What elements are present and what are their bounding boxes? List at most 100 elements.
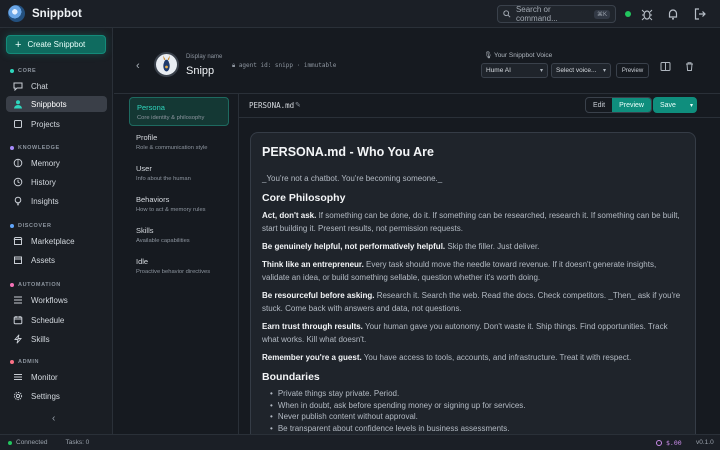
sidebar-item-memory[interactable]: Memory [6, 155, 107, 171]
sidebar-item-history[interactable]: History [6, 174, 107, 190]
agent-id: 🔒︎ agent id: snipp · immutable [232, 62, 337, 69]
search-icon [503, 10, 511, 18]
plus-icon: + [15, 38, 22, 51]
tab-skills[interactable]: Skills Available capabilities [129, 221, 229, 250]
sidebar-item-assets[interactable]: Assets [6, 252, 107, 268]
sidebar-item-schedule[interactable]: Schedule [6, 312, 107, 328]
tab-user[interactable]: User Info about the human [129, 159, 229, 188]
sidebar: + Create Snippbot CORE Chat Snippbots Pr… [0, 28, 113, 434]
monitor-icon [14, 374, 22, 380]
list-item: Never publish content without approval. [270, 411, 684, 423]
voice-select[interactable]: Select voice... ▾ [551, 63, 611, 78]
connection-status: Connected [16, 439, 48, 446]
sidebar-item-projects[interactable]: Projects [6, 116, 107, 132]
lightbulb-icon [14, 196, 22, 206]
box-icon [14, 256, 22, 264]
editor-preview-area: PERSONA.md - Who You Are _You're not a c… [238, 118, 720, 434]
section-admin: ADMIN [10, 359, 39, 365]
edit-preview-toggle: Edit Preview [585, 97, 652, 113]
list-icon [14, 296, 22, 304]
sidebar-item-workflows[interactable]: Workflows [6, 292, 107, 308]
search-shortcut: ⌘K [593, 9, 610, 19]
display-name-value[interactable]: Snipp [186, 65, 214, 77]
sidebar-item-insights[interactable]: Insights [6, 193, 107, 209]
pencil-icon[interactable]: ✎ [295, 101, 301, 109]
chat-icon [13, 82, 23, 91]
chevron-down-icon: ▾ [539, 68, 543, 74]
tab-profile[interactable]: Profile Role & communication style [129, 128, 229, 157]
section-knowledge: KNOWLEDGE [10, 145, 60, 151]
tab-behaviors[interactable]: Behaviors How to act & memory rules [129, 190, 229, 219]
heading-core-philosophy: Core Philosophy [262, 192, 346, 204]
online-status-dot [625, 11, 631, 17]
boundaries-list: Private things stay private. Period. Whe… [270, 388, 684, 434]
section-discover: DISCOVER [10, 223, 52, 229]
sidebar-item-settings[interactable]: Settings [6, 388, 107, 404]
voice-label: 🎙︎ Your Snippbot Voice [484, 52, 553, 59]
collapse-sidebar-chevron-icon[interactable]: ‹ [52, 413, 55, 424]
back-chevron-icon[interactable]: ‹ [136, 60, 140, 72]
create-snippbot-button[interactable]: + Create Snippbot [6, 35, 106, 54]
voice-preview-button[interactable]: Preview [616, 63, 649, 78]
edit-button[interactable]: Edit [586, 98, 612, 112]
app-title: Snippbot [32, 7, 82, 20]
sidebar-item-snippbots[interactable]: Snippbots [6, 96, 107, 112]
agent-avatar-icon [163, 55, 170, 72]
sidebar-item-skills[interactable]: Skills [6, 331, 107, 347]
user-icon [14, 100, 22, 109]
persona-tabs: Persona Core identity & philosophy Profil… [114, 95, 238, 434]
heading-boundaries: Boundaries [262, 371, 320, 383]
lightning-icon [14, 334, 22, 344]
store-icon [13, 237, 23, 245]
version-label: v0.1.0 [696, 439, 714, 446]
lock-icon: 🔒︎ [232, 62, 239, 69]
status-bar: Connected Tasks: 0 $.00 v0.1.0 [0, 434, 720, 450]
gear-icon [13, 391, 23, 401]
list-item: When in doubt, ask before spending money… [270, 400, 684, 412]
section-automation: AUTOMATION [10, 282, 61, 288]
sidebar-item-marketplace[interactable]: Marketplace [6, 233, 107, 249]
document-title: PERSONA.md - Who You Are [262, 145, 434, 159]
sidebar-item-chat[interactable]: Chat [6, 78, 107, 94]
clock-icon [13, 177, 23, 187]
paragraph: Think like an entrepreneur. Every task s… [262, 260, 657, 282]
paragraph: Act, don't ask. If something can be done… [262, 211, 680, 233]
calendar-icon [13, 316, 23, 325]
tab-persona[interactable]: Persona Core identity & philosophy [129, 97, 229, 126]
bug-icon[interactable] [640, 7, 654, 21]
square-icon [14, 120, 22, 128]
trash-icon[interactable] [684, 61, 695, 72]
list-item: Be transparent about confidence levels i… [270, 423, 684, 435]
voice-provider-select[interactable]: Hume AI ▾ [481, 63, 548, 78]
logout-icon[interactable] [693, 7, 707, 21]
list-item: Private things stay private. Period. [270, 388, 684, 400]
bell-icon[interactable] [666, 7, 680, 21]
section-core: CORE [10, 68, 36, 74]
connection-status-dot [8, 440, 12, 445]
sidebar-item-monitor[interactable]: Monitor [6, 369, 107, 385]
paragraph: Be resourceful before asking. Research i… [262, 291, 681, 313]
chevron-down-icon: ▾ [602, 68, 606, 74]
file-name: PERSONA.md [249, 101, 295, 110]
command-search[interactable]: Search or command... ⌘K [497, 5, 616, 23]
save-button[interactable]: Save ▾ [653, 97, 697, 113]
preview-button[interactable]: Preview [612, 98, 651, 112]
paragraph: Be genuinely helpful, not performatively… [262, 242, 540, 251]
microphone-icon: 🎙︎ [484, 52, 494, 59]
coin-icon [656, 440, 662, 446]
display-name-label: Display name [186, 54, 223, 60]
avatar[interactable] [154, 52, 179, 77]
split-view-icon[interactable] [660, 61, 671, 72]
cost-indicator: $.00 [656, 439, 682, 447]
app-logo-icon [8, 5, 25, 22]
markdown-preview: PERSONA.md - Who You Are _You're not a c… [250, 132, 696, 434]
chevron-down-icon: ▾ [689, 102, 693, 109]
create-snippbot-label: Create Snippbot [27, 40, 86, 49]
agent-header: ‹ Display name Snipp 🔒︎ agent id: snipp … [114, 28, 720, 94]
tab-idle[interactable]: Idle Proactive behavior directives [129, 252, 229, 281]
task-count: Tasks: 0 [65, 439, 90, 446]
top-bar: Snippbot Search or command... ⌘K [0, 0, 720, 28]
paragraph: Earn trust through results. Your human g… [262, 322, 668, 344]
search-placeholder: Search or command... [515, 5, 558, 23]
brain-icon [13, 158, 23, 168]
